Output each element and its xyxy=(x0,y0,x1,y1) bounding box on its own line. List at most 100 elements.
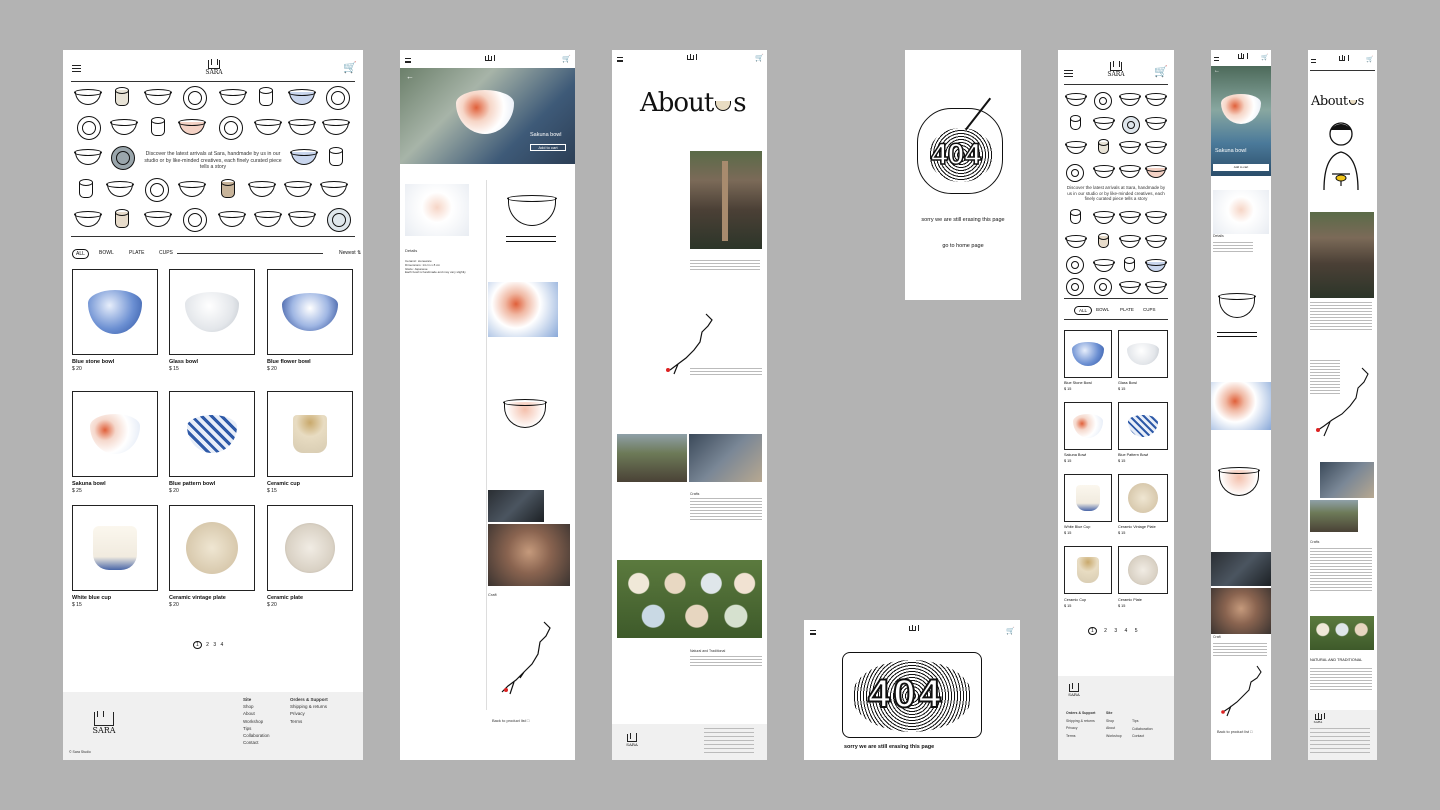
product-name[interactable]: Blue stone bowl xyxy=(72,359,114,365)
footer-link[interactable]: Collaboration xyxy=(1132,727,1153,731)
cart-icon[interactable]: 🛒 xyxy=(755,55,764,62)
page-2[interactable]: 2 xyxy=(1104,628,1107,634)
logo[interactable] xyxy=(906,625,919,632)
product-name[interactable]: Glass bowl xyxy=(169,359,198,365)
product-name[interactable]: Blue flower bowl xyxy=(267,359,311,365)
product-card[interactable] xyxy=(1118,474,1168,522)
cart-icon[interactable]: 🛒 xyxy=(1366,57,1373,63)
footer-link[interactable]: About xyxy=(243,711,255,716)
page-1[interactable]: 1 xyxy=(1088,627,1097,635)
back-to-list-link[interactable]: Back to product list □ xyxy=(1217,730,1252,735)
page-5[interactable]: 5 xyxy=(1135,628,1138,634)
footer-link[interactable]: Workshop xyxy=(1106,734,1122,738)
product-card[interactable] xyxy=(72,505,158,591)
product-card[interactable] xyxy=(1064,402,1112,450)
menu-icon[interactable] xyxy=(72,65,81,72)
menu-icon[interactable] xyxy=(405,58,411,63)
menu-icon[interactable] xyxy=(1064,70,1073,77)
product-name[interactable]: Blue Pattern Bowl xyxy=(1118,453,1148,457)
tab-all[interactable]: ALL xyxy=(72,249,89,259)
cart-icon[interactable]: 🛒 xyxy=(1006,628,1015,635)
back-to-list-link[interactable]: Back to product list □ xyxy=(492,718,529,723)
product-name[interactable]: White Blue Cup xyxy=(1064,525,1090,529)
product-name[interactable]: Glass Bowl xyxy=(1118,381,1137,385)
sort-dropdown[interactable]: Newest ⇅ xyxy=(339,250,361,256)
footer-link[interactable]: Contact xyxy=(243,740,259,745)
product-thumb[interactable] xyxy=(405,184,469,236)
logo[interactable] xyxy=(1337,55,1349,62)
product-name[interactable]: Ceramic plate xyxy=(267,595,303,601)
page-2[interactable]: 2 xyxy=(206,642,209,648)
product-card[interactable] xyxy=(72,269,158,355)
product-card[interactable] xyxy=(169,269,255,355)
menu-icon[interactable] xyxy=(1214,57,1219,61)
footer-link[interactable]: Workshop xyxy=(243,719,263,724)
product-name[interactable]: Blue Stone Bowl xyxy=(1064,381,1092,385)
footer-link[interactable]: Shop xyxy=(1106,719,1114,723)
product-thumb[interactable] xyxy=(1213,190,1269,234)
product-card[interactable] xyxy=(169,505,255,591)
back-arrow-icon[interactable]: ← xyxy=(1214,68,1220,74)
product-card[interactable] xyxy=(72,391,158,477)
logo[interactable]: SARA xyxy=(1105,61,1127,78)
product-name[interactable]: Sakuna bowl xyxy=(72,481,106,487)
footer-link[interactable]: Terms xyxy=(1066,734,1076,738)
footer-link[interactable]: Shipping & returns xyxy=(290,704,327,709)
footer-link[interactable]: Shipping & returns xyxy=(1066,719,1095,723)
page-3[interactable]: 3 xyxy=(213,642,216,648)
product-card[interactable] xyxy=(1118,402,1168,450)
footer-link[interactable]: Terms xyxy=(290,719,302,724)
product-name[interactable]: Ceramic Vintage Plate xyxy=(1118,525,1156,529)
product-card[interactable] xyxy=(1064,330,1112,378)
product-card[interactable] xyxy=(267,505,353,591)
product-card[interactable] xyxy=(169,391,255,477)
logo[interactable] xyxy=(482,55,495,62)
product-card[interactable] xyxy=(1064,474,1112,522)
menu-icon[interactable] xyxy=(1311,59,1316,63)
tab-bowl[interactable]: BOWL xyxy=(1096,307,1109,312)
cart-icon[interactable]: 🛒 xyxy=(1154,67,1168,78)
footer-link[interactable]: Contact xyxy=(1132,734,1144,738)
product-name[interactable]: Ceramic vintage plate xyxy=(169,595,226,601)
footer-link[interactable]: Tips xyxy=(1132,719,1138,723)
footer-link[interactable]: Collaboration xyxy=(243,733,270,738)
back-arrow-icon[interactable]: ← xyxy=(406,72,414,81)
product-name[interactable]: White blue cup xyxy=(72,595,111,601)
footer-link[interactable]: About xyxy=(1106,726,1115,730)
product-card[interactable] xyxy=(267,391,353,477)
page-4[interactable]: 4 xyxy=(221,642,224,648)
product-name[interactable]: Ceramic Plate xyxy=(1118,598,1142,602)
page-3[interactable]: 3 xyxy=(1114,628,1117,634)
product-card[interactable] xyxy=(1118,330,1168,378)
add-to-cart-button[interactable]: Add to cart xyxy=(1213,164,1269,171)
cart-icon[interactable]: 🛒 xyxy=(1261,55,1268,61)
product-name[interactable]: Blue pattern bowl xyxy=(169,481,215,487)
logo[interactable] xyxy=(1236,53,1248,60)
logo[interactable]: SARA xyxy=(203,59,225,76)
cart-icon[interactable]: 🛒 xyxy=(343,63,357,74)
tab-plate[interactable]: PLATE xyxy=(1120,307,1134,312)
page-4[interactable]: 4 xyxy=(1125,628,1128,634)
tab-cups[interactable]: CUPS xyxy=(1143,307,1156,312)
tab-plate[interactable]: PLATE xyxy=(129,250,144,256)
menu-icon[interactable] xyxy=(617,57,623,62)
footer-link[interactable]: Privacy xyxy=(290,711,305,716)
tab-bowl[interactable]: BOWL xyxy=(99,250,114,256)
add-to-cart-button[interactable]: Add to cart xyxy=(530,144,566,151)
tab-cups[interactable]: CUPS xyxy=(159,250,173,256)
product-card[interactable] xyxy=(1118,546,1168,594)
product-name[interactable]: Ceramic Cup xyxy=(1064,598,1086,602)
home-link[interactable]: go to home page xyxy=(905,243,1021,249)
footer-link[interactable]: Shop xyxy=(243,704,254,709)
product-card[interactable] xyxy=(267,269,353,355)
cart-icon[interactable]: 🛒 xyxy=(562,56,571,63)
page-1[interactable]: 1 xyxy=(193,641,202,649)
menu-icon[interactable] xyxy=(810,630,816,635)
product-name[interactable]: Ceramic cup xyxy=(267,481,300,487)
footer-link[interactable]: Privacy xyxy=(1066,726,1077,730)
tab-all[interactable]: ALL xyxy=(1074,306,1093,315)
product-card[interactable] xyxy=(1064,546,1112,594)
product-name[interactable]: Sakuna Bowl xyxy=(1064,453,1086,457)
logo[interactable] xyxy=(684,54,697,61)
footer-link[interactable]: Tips xyxy=(243,726,251,731)
